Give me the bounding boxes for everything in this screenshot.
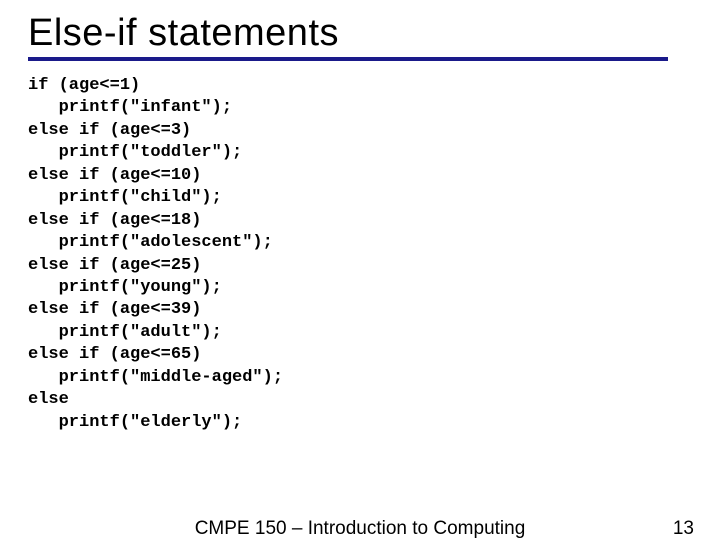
slide: Else-if statements if (age<=1) printf("i…: [0, 0, 720, 540]
footer-course: CMPE 150 – Introduction to Computing: [195, 518, 526, 540]
code-block: if (age<=1) printf("infant"); else if (a…: [28, 75, 692, 434]
page-title: Else-if statements: [28, 12, 692, 55]
footer-page-number: 13: [673, 518, 694, 540]
title-underline: [28, 57, 668, 61]
